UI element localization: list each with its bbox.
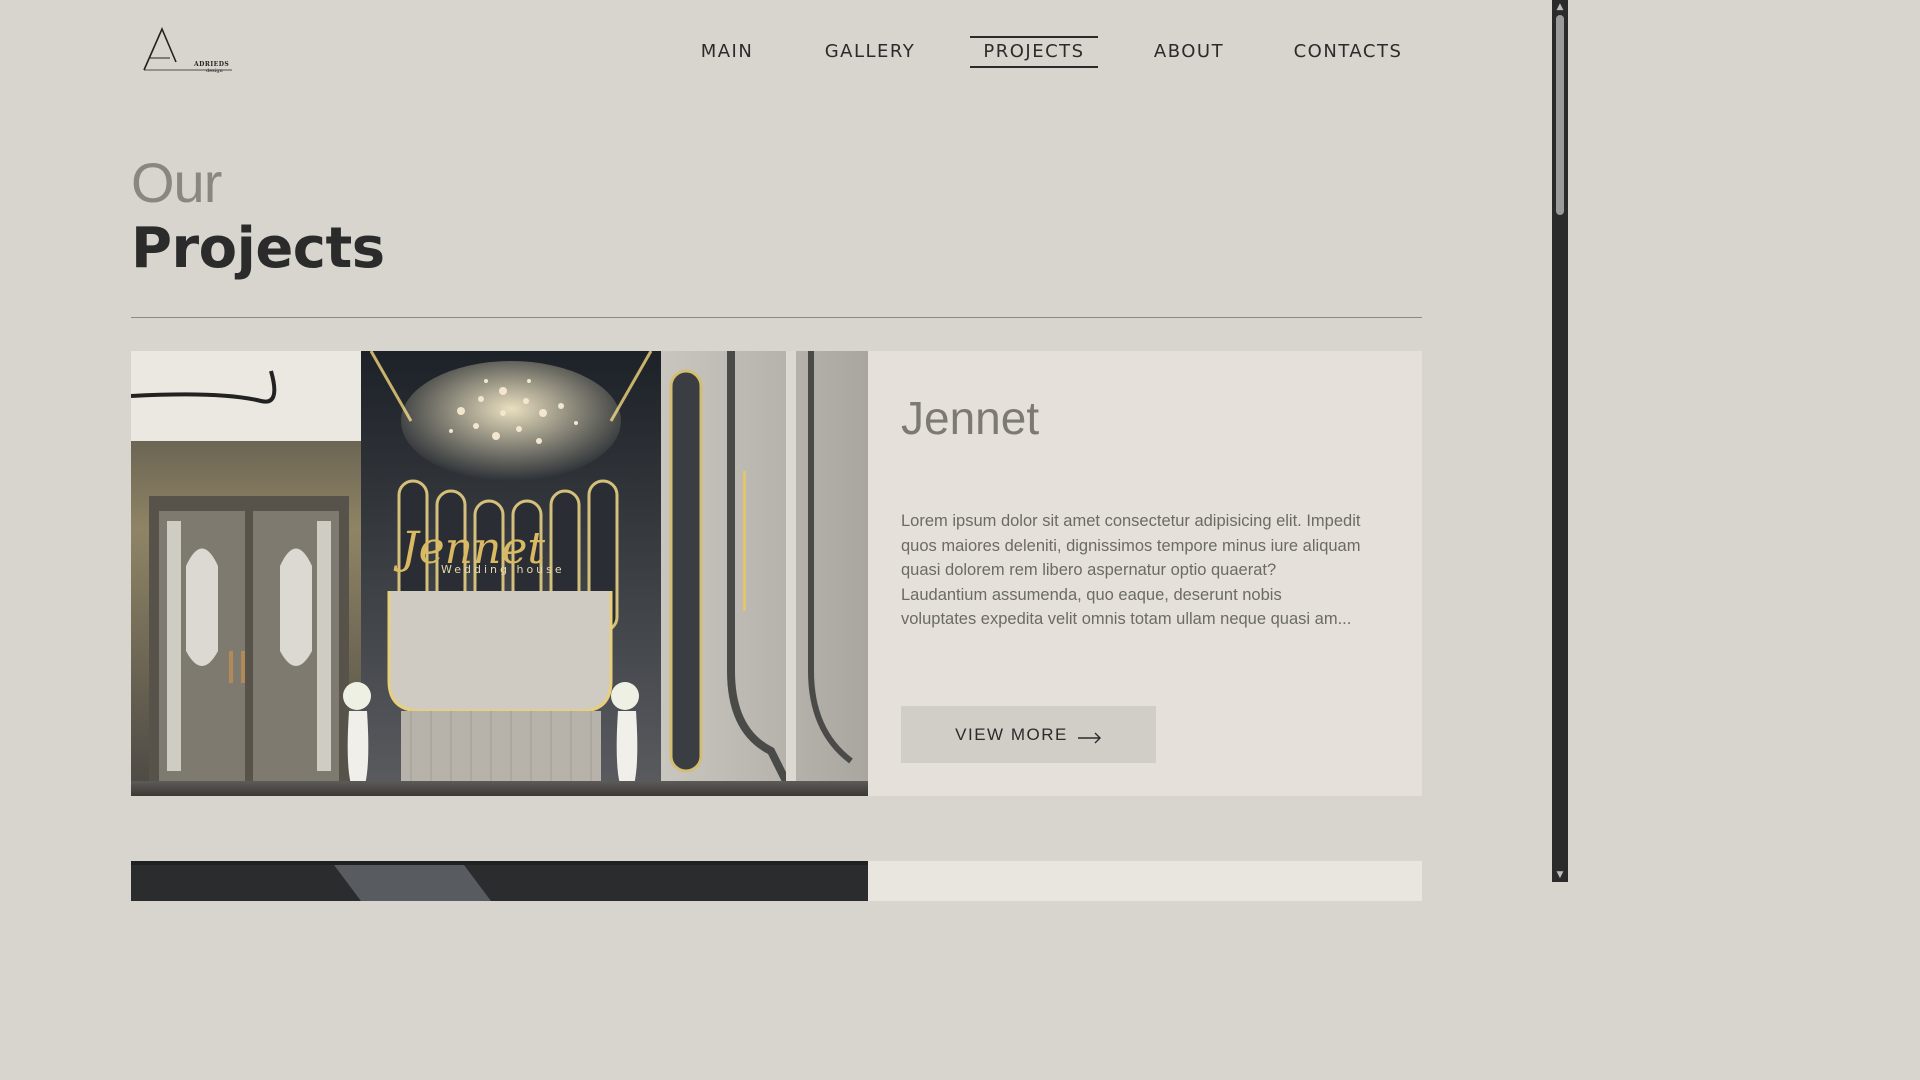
- page-scrollbar[interactable]: ▲ ▼: [1552, 0, 1568, 882]
- project-image[interactable]: [131, 861, 868, 901]
- project-card: [131, 861, 1422, 901]
- project-description: Lorem ipsum dolor sit amet consectetur a…: [901, 512, 1361, 628]
- main-navigation: MAIN GALLERY PROJECTS ABOUT CONTACTS: [0, 36, 1568, 68]
- project-card: Jennet Wedding house Jennet Lorem ipsum …: [131, 351, 1422, 796]
- nav-contacts[interactable]: CONTACTS: [1292, 36, 1404, 66]
- triangle-down-icon[interactable]: ▼: [1552, 868, 1568, 882]
- nav-projects[interactable]: PROJECTS: [970, 36, 1098, 68]
- view-more-button[interactable]: VIEW MORE: [901, 706, 1156, 763]
- page-title: Our Projects: [131, 150, 385, 282]
- project-image[interactable]: Jennet Wedding house: [131, 351, 868, 796]
- nav-about[interactable]: ABOUT: [1152, 36, 1226, 66]
- logo-sub-text: design: [206, 68, 223, 74]
- scrollbar-thumb[interactable]: [1556, 15, 1564, 215]
- nav-gallery[interactable]: GALLERY: [824, 36, 916, 66]
- project-interior-illustration: Jennet Wedding house: [131, 351, 868, 796]
- nav-main[interactable]: MAIN: [696, 36, 758, 66]
- section-divider: [131, 317, 1422, 318]
- project-image-sign-sub: Wedding house: [441, 563, 565, 576]
- project-title: Jennet: [901, 392, 1040, 444]
- view-more-label: VIEW MORE: [955, 724, 1068, 744]
- page-title-light: Our: [131, 151, 222, 214]
- project-image-partial: [131, 861, 868, 901]
- arrow-right-icon: [1077, 729, 1102, 743]
- page-title-bold: Projects: [131, 216, 385, 281]
- triangle-up-icon[interactable]: ▲: [1552, 0, 1568, 14]
